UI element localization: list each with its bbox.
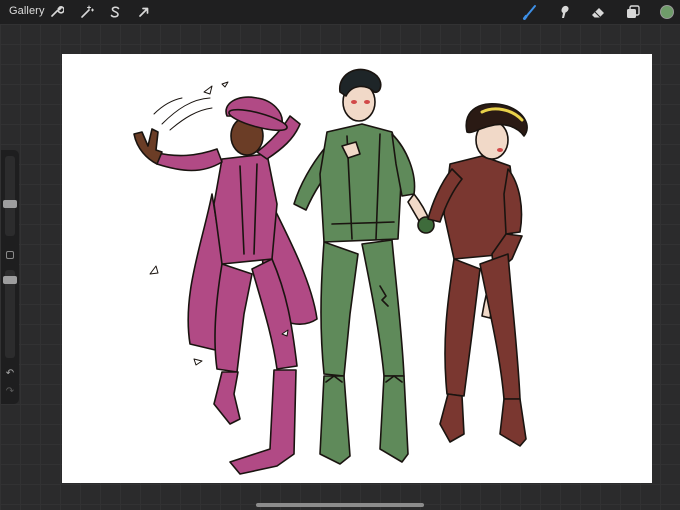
artwork-illustration <box>133 68 528 475</box>
gallery-button[interactable]: Gallery <box>9 5 45 17</box>
brush-icon[interactable] <box>522 4 538 20</box>
smudge-icon[interactable] <box>556 4 572 20</box>
opacity-slider[interactable] <box>3 270 17 358</box>
home-indicator <box>256 503 424 507</box>
figure-brown-jumpsuit <box>427 103 528 447</box>
color-picker-button[interactable] <box>660 5 674 19</box>
top-toolbar: Gallery <box>0 0 680 24</box>
opacity-thumb[interactable] <box>3 276 17 284</box>
brush-size-thumb[interactable] <box>3 200 17 208</box>
drawing-canvas[interactable] <box>62 54 652 483</box>
figure-green-uniform <box>293 68 435 465</box>
brush-size-slider[interactable] <box>3 156 17 236</box>
magic-wand-icon[interactable] <box>78 4 94 20</box>
modify-button[interactable] <box>6 251 14 259</box>
undo-icon[interactable]: ↶ <box>4 368 16 379</box>
wrench-icon[interactable] <box>48 4 64 20</box>
arrow-cursor-icon[interactable] <box>136 4 152 20</box>
side-toolbar: ↶ ↷ <box>1 150 19 404</box>
figure-magenta-suit <box>133 81 318 475</box>
selection-s-icon[interactable] <box>107 4 123 20</box>
eraser-icon[interactable] <box>590 4 606 20</box>
layers-icon[interactable] <box>625 4 641 20</box>
redo-icon[interactable]: ↷ <box>4 386 16 397</box>
